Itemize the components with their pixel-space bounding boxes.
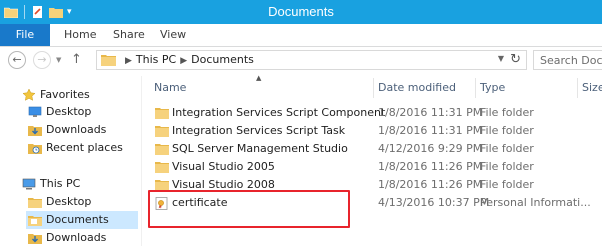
nav-item-desktop-pc[interactable]: Desktop xyxy=(28,193,138,211)
ribbon-tabs: File Home Share View xyxy=(0,24,602,47)
window-title: Documents xyxy=(268,4,334,19)
nav-item-desktop[interactable]: Desktop xyxy=(28,103,138,121)
search-input[interactable] xyxy=(534,51,602,69)
file-date: 1/8/2016 11:31 PM xyxy=(378,124,483,137)
navigation-pane: Favorites Desktop Downloads Recent place… xyxy=(0,76,140,246)
downloads-icon xyxy=(28,231,42,245)
tab-view[interactable]: View xyxy=(160,24,186,46)
desktop-icon xyxy=(28,105,42,119)
file-type: File folder xyxy=(480,178,534,191)
file-type: File folder xyxy=(480,124,534,137)
back-button[interactable]: ← xyxy=(8,51,26,69)
file-row[interactable]: SQL Server Management Studio 4/12/2016 9… xyxy=(150,140,602,158)
refresh-icon[interactable]: ↻ xyxy=(510,52,521,67)
address-dropdown-icon[interactable]: ▼ xyxy=(498,54,504,63)
column-header-date-modified[interactable]: Date modified xyxy=(378,76,473,100)
folder-icon xyxy=(155,125,169,137)
file-name: SQL Server Management Studio xyxy=(172,142,348,155)
address-bar[interactable]: ▶ This PC ▶ Documents ▼ ↻ xyxy=(96,50,527,70)
breadcrumb-documents[interactable]: Documents xyxy=(191,53,254,66)
file-type: File folder xyxy=(480,106,534,119)
column-header-name[interactable]: Name xyxy=(154,76,369,100)
file-name: Integration Services Script Component xyxy=(172,106,386,119)
column-divider[interactable] xyxy=(373,78,374,98)
breadcrumb-separator-icon[interactable]: ▶ xyxy=(125,56,132,66)
nav-item-downloads-pc[interactable]: Downloads xyxy=(28,229,138,247)
nav-item-recent-places[interactable]: Recent places xyxy=(28,139,138,157)
tab-home[interactable]: Home xyxy=(64,24,96,46)
file-name: Integration Services Script Task xyxy=(172,124,346,137)
nav-item-downloads[interactable]: Downloads xyxy=(28,121,138,139)
column-divider[interactable] xyxy=(577,78,578,98)
pane-divider[interactable] xyxy=(141,76,142,246)
file-date: 1/8/2016 11:31 PM xyxy=(378,106,483,119)
file-type: File folder xyxy=(480,160,534,173)
address-row: ← → ▼ ↑ ▶ This PC ▶ Documents ▼ ↻ xyxy=(0,47,602,75)
folder-icon xyxy=(155,107,169,119)
nav-item-favorites[interactable]: Favorites xyxy=(22,86,132,104)
column-header-size[interactable]: Size xyxy=(582,76,602,100)
folder-icon xyxy=(28,213,42,227)
star-icon xyxy=(22,88,36,102)
recent-places-icon xyxy=(28,141,42,155)
forward-button[interactable]: → xyxy=(33,51,51,69)
tab-file[interactable]: File xyxy=(0,24,50,46)
title-bar: ▾ Documents xyxy=(0,0,602,24)
search-box[interactable] xyxy=(533,50,602,70)
up-arrow-icon[interactable]: ↑ xyxy=(71,52,82,67)
file-date: 4/12/2016 9:29 PM xyxy=(378,142,483,155)
computer-icon xyxy=(22,177,36,191)
folder-icon xyxy=(155,143,169,155)
column-header-type[interactable]: Type xyxy=(480,76,575,100)
breadcrumb-separator-icon[interactable]: ▶ xyxy=(180,56,187,66)
folder-icon xyxy=(28,195,42,209)
highlight-box xyxy=(148,190,350,228)
folder-icon xyxy=(101,54,116,66)
tab-share[interactable]: Share xyxy=(113,24,145,46)
file-row[interactable]: Integration Services Script Task 1/8/201… xyxy=(150,122,602,140)
file-date: 1/8/2016 11:26 PM xyxy=(378,160,483,173)
file-type: File folder xyxy=(480,142,534,155)
column-divider[interactable] xyxy=(475,78,476,98)
nav-item-documents[interactable]: Documents xyxy=(26,211,138,229)
file-date: 4/13/2016 10:37 PM xyxy=(378,196,490,209)
file-name: Visual Studio 2005 xyxy=(172,160,275,173)
file-row[interactable]: Visual Studio 2005 1/8/2016 11:26 PM Fil… xyxy=(150,158,602,176)
file-row[interactable]: Integration Services Script Component 1/… xyxy=(150,104,602,122)
folder-icon xyxy=(155,161,169,173)
nav-item-this-pc[interactable]: This PC xyxy=(22,175,132,193)
file-date: 1/8/2016 11:26 PM xyxy=(378,178,483,191)
file-type: Personal Informati... xyxy=(480,196,591,209)
recent-locations-icon[interactable]: ▼ xyxy=(56,56,61,64)
breadcrumb-this-pc[interactable]: This PC xyxy=(136,53,176,66)
downloads-icon xyxy=(28,123,42,137)
